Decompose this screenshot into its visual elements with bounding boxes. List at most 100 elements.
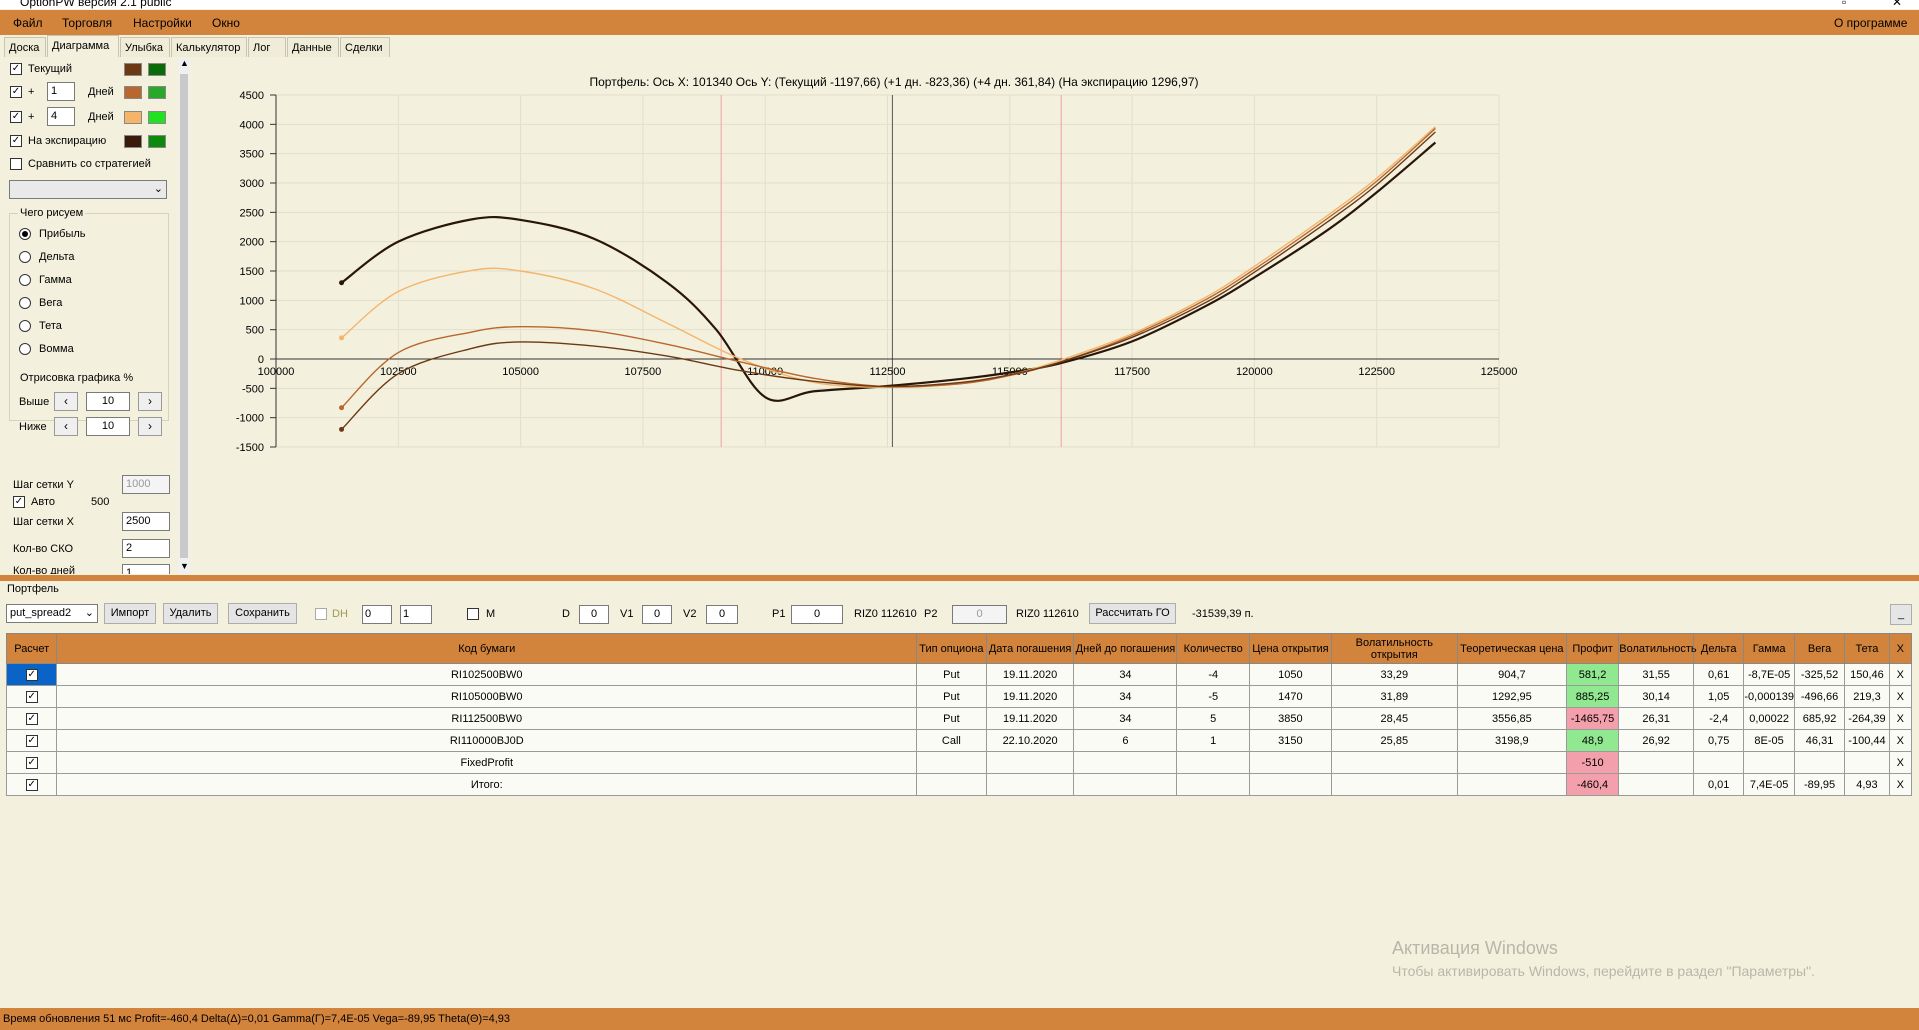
below-increase-button[interactable]: › [138, 417, 162, 436]
column-header[interactable]: Количество [1176, 633, 1251, 664]
table-cell[interactable]: 685,92 [1793, 707, 1846, 730]
grid-y-input[interactable]: 1000 [122, 475, 170, 494]
radio-gamma[interactable] [19, 274, 31, 286]
table-cell[interactable]: 0,01 [1692, 773, 1745, 796]
table-cell[interactable] [1618, 751, 1694, 774]
table-row[interactable]: ✓ FixedProfit -510 X [5, 751, 1913, 774]
scroll-up-icon[interactable]: ▲ [180, 58, 189, 68]
menu-settings[interactable]: Настройки [133, 16, 192, 30]
sko-input[interactable]: 2 [122, 539, 170, 558]
above-increase-button[interactable]: › [138, 392, 162, 411]
table-cell[interactable]: 33,29 [1330, 663, 1458, 686]
table-cell[interactable]: -1465,75 [1565, 707, 1620, 730]
table-cell[interactable] [1692, 751, 1745, 774]
table-cell[interactable]: 581,2 [1565, 663, 1620, 686]
table-cell[interactable]: FixedProfit [56, 751, 918, 774]
table-cell[interactable]: 0,61 [1692, 663, 1745, 686]
days1-input[interactable]: 1 [47, 82, 75, 101]
table-cell[interactable]: 1292,95 [1456, 685, 1567, 708]
remove-row-button[interactable]: X [1888, 685, 1913, 708]
above-decrease-button[interactable]: ‹ [54, 392, 78, 411]
table-cell[interactable] [916, 751, 987, 774]
menu-window[interactable]: Окно [212, 16, 240, 30]
table-cell[interactable]: RI112500BW0 [56, 707, 918, 730]
color-swatch[interactable] [124, 135, 142, 148]
table-cell[interactable]: -8,7E-05 [1743, 663, 1795, 686]
plus1-checkbox[interactable]: ✓ [10, 86, 22, 98]
strategy-select[interactable]: ⌄ [9, 180, 167, 199]
table-cell[interactable]: -496,66 [1793, 685, 1846, 708]
column-header[interactable]: Дней до погашения [1073, 633, 1178, 664]
table-cell[interactable]: -89,95 [1793, 773, 1846, 796]
panel-splitter[interactable] [0, 575, 1919, 581]
table-cell[interactable]: 46,31 [1793, 729, 1846, 752]
compare-checkbox[interactable] [10, 158, 22, 170]
table-cell[interactable]: 19.11.2020 [985, 685, 1075, 708]
table-cell[interactable]: 19.11.2020 [985, 663, 1075, 686]
table-cell[interactable] [1743, 751, 1795, 774]
radio-theta[interactable] [19, 320, 31, 332]
days2-input[interactable]: 4 [47, 107, 75, 126]
table-cell[interactable] [1456, 751, 1567, 774]
radio-vomma[interactable] [19, 343, 31, 355]
table-row[interactable]: ✓ RI112500BW0 Put 19.11.2020 34 5 3850 28,45 355… [5, 707, 1913, 730]
table-row[interactable]: ✓ RI102500BW0 Put 19.11.2020 34 -4 1050 33,29 90… [5, 663, 1913, 686]
maximize-icon[interactable]: ▫ [1842, 0, 1846, 9]
scroll-down-icon[interactable]: ▼ [180, 561, 189, 571]
table-cell[interactable]: 48,9 [1565, 729, 1620, 752]
tab-board[interactable]: Доска [4, 37, 46, 57]
scroll-thumb[interactable] [180, 74, 188, 558]
column-header[interactable]: Теоретическая цена [1456, 633, 1567, 664]
table-cell[interactable] [1176, 751, 1251, 774]
remove-row-button[interactable]: X [1888, 751, 1913, 774]
table-cell[interactable]: 4,93 [1844, 773, 1890, 796]
delete-button[interactable]: Удалить [163, 603, 218, 624]
column-header[interactable]: Код бумаги [56, 633, 918, 664]
table-cell[interactable]: 3198,9 [1456, 729, 1567, 752]
table-cell[interactable]: 150,46 [1844, 663, 1890, 686]
table-cell[interactable]: 1050 [1249, 663, 1332, 686]
tab-calculator[interactable]: Калькулятор [171, 37, 247, 57]
d-input[interactable]: 0 [579, 605, 609, 624]
calc-checkbox-cell[interactable]: ✓ [5, 685, 58, 708]
table-cell[interactable]: 19.11.2020 [985, 707, 1075, 730]
calc-checkbox[interactable]: ✓ [25, 757, 38, 769]
table-cell[interactable]: Put [916, 707, 987, 730]
calc-checkbox[interactable]: ✓ [25, 669, 38, 681]
m-checkbox[interactable] [467, 608, 479, 620]
dh-spin1[interactable]: 0 [362, 605, 392, 624]
calc-go-button[interactable]: Рассчитать ГО [1089, 603, 1176, 624]
table-row[interactable]: ✓ RI105000BW0 Put 19.11.2020 34 -5 1470 31,89 12… [5, 685, 1913, 708]
column-header[interactable]: Гамма [1743, 633, 1795, 664]
remove-row-button[interactable]: X [1888, 729, 1913, 752]
table-cell[interactable]: 1 [1176, 729, 1251, 752]
color-swatch[interactable] [148, 135, 166, 148]
table-cell[interactable] [1618, 773, 1694, 796]
dh-checkbox[interactable] [315, 608, 327, 620]
table-cell[interactable]: 31,89 [1330, 685, 1458, 708]
portfolio-select[interactable]: put_spread2 ⌄ [6, 604, 98, 623]
column-header[interactable]: Тип опциона [916, 633, 987, 664]
table-row[interactable]: ✓ Итого: -460,4 0,01 7,4E-05 -89,95 4,93 X [5, 773, 1913, 796]
below-input[interactable]: 10 [86, 417, 130, 436]
menu-trading[interactable]: Торговля [62, 16, 112, 30]
color-swatch[interactable] [148, 63, 166, 76]
table-cell[interactable]: 34 [1073, 707, 1178, 730]
below-decrease-button[interactable]: ‹ [54, 417, 78, 436]
above-input[interactable]: 10 [86, 392, 130, 411]
auto-checkbox[interactable]: ✓ [13, 496, 25, 508]
color-swatch[interactable] [124, 63, 142, 76]
expiry-checkbox[interactable]: ✓ [10, 135, 22, 147]
table-cell[interactable]: 3850 [1249, 707, 1332, 730]
tab-log[interactable]: Лог [248, 37, 286, 57]
column-header[interactable]: Профит [1565, 633, 1620, 664]
color-swatch[interactable] [124, 86, 142, 99]
table-row[interactable]: ✓ RI110000BJ0D Call 22.10.2020 6 1 3150 25,85 31… [5, 729, 1913, 752]
radio-delta[interactable] [19, 251, 31, 263]
table-cell[interactable]: 28,45 [1330, 707, 1458, 730]
menu-file[interactable]: Файл [13, 16, 43, 30]
table-cell[interactable] [1330, 773, 1458, 796]
table-cell[interactable]: -325,52 [1793, 663, 1846, 686]
import-button[interactable]: Импорт [104, 603, 156, 624]
table-cell[interactable]: -510 [1565, 751, 1620, 774]
